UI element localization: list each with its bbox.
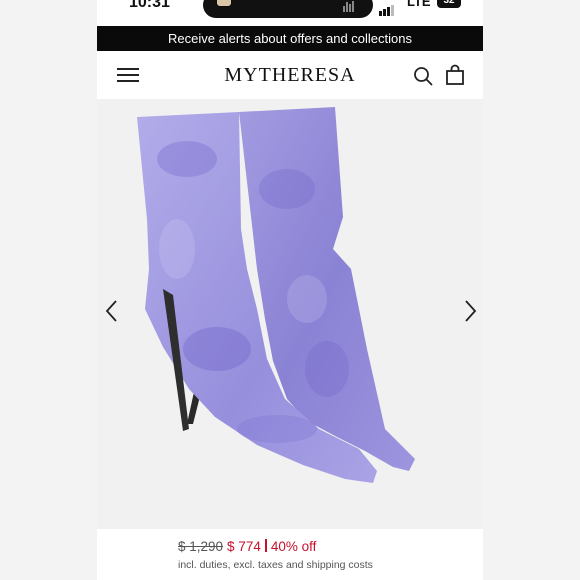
promo-banner[interactable]: Receive alerts about offers and collecti… <box>97 26 483 51</box>
product-image <box>137 107 415 483</box>
battery-icon: 32 <box>437 0 461 8</box>
sale-price: $ 774 <box>227 539 261 554</box>
media-thumbnail-icon <box>217 0 231 6</box>
price-section: $ 1,290 $ 774 40% off incl. duties, excl. … <box>97 529 483 580</box>
menu-icon[interactable] <box>117 67 139 83</box>
original-price: $ 1,290 <box>178 539 224 554</box>
price-divider <box>264 539 267 552</box>
price-note: incl. duties, excl. taxes and shipping c… <box>178 559 373 571</box>
signal-icon <box>379 0 395 16</box>
dynamic-island <box>203 0 373 18</box>
chevron-right-icon[interactable] <box>459 297 481 325</box>
audio-bars-icon <box>343 0 359 12</box>
chevron-left-icon[interactable] <box>101 297 123 325</box>
price-line: $ 1,290 $ 774 40% off <box>178 539 316 554</box>
product-gallery[interactable] <box>97 99 483 529</box>
discount-label: 40% off <box>270 539 317 554</box>
site-header: MYTHERESA <box>97 51 483 99</box>
search-icon[interactable] <box>413 66 433 86</box>
status-bar: 10:31 LTE 32 <box>97 0 483 26</box>
shopping-bag-icon[interactable] <box>444 64 466 86</box>
phone-screen: 10:31 LTE 32 Receive alerts about offers… <box>97 0 483 580</box>
status-time: 10:31 <box>129 0 170 11</box>
network-label: LTE <box>407 0 431 9</box>
